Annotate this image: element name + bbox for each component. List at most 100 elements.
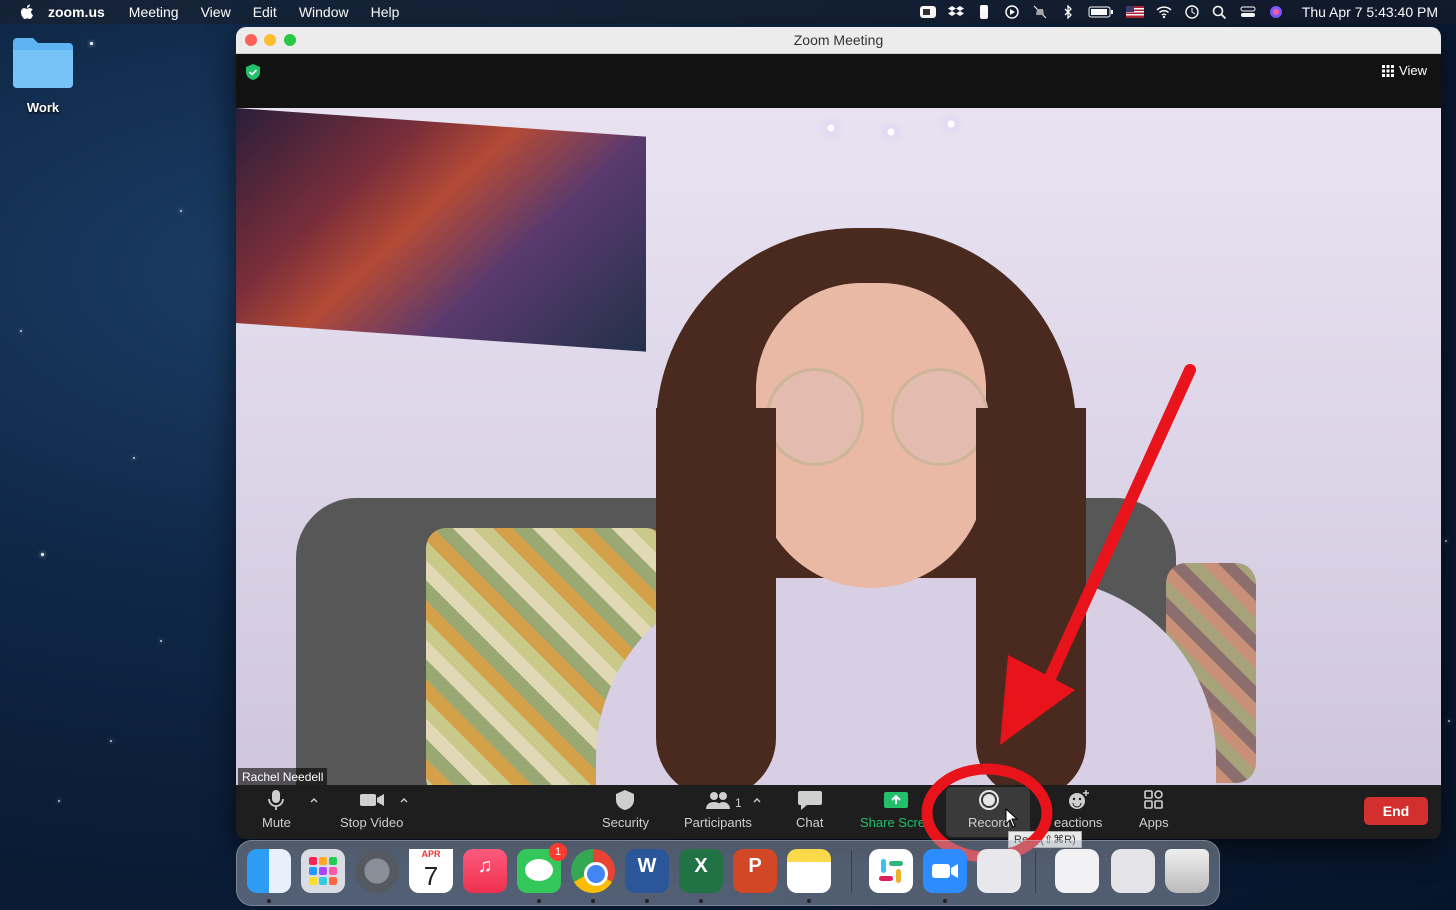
jpg-file-icon[interactable] bbox=[1055, 849, 1099, 893]
dock: APR 7 ♫ 1 W X P bbox=[236, 840, 1220, 906]
notes-icon[interactable] bbox=[787, 849, 831, 893]
menu-view[interactable]: View bbox=[201, 4, 231, 20]
menu-bar: zoom.us Meeting View Edit Window Help Th… bbox=[0, 0, 1456, 24]
participants-label: Participants bbox=[684, 815, 752, 830]
apple-icon[interactable] bbox=[20, 4, 34, 20]
control-center-icon[interactable] bbox=[1240, 5, 1256, 19]
star bbox=[41, 553, 44, 556]
string-lights bbox=[791, 108, 991, 148]
title-bar: Zoom Meeting bbox=[236, 27, 1441, 54]
star bbox=[110, 740, 112, 742]
mute-bell-icon[interactable] bbox=[1032, 5, 1048, 19]
zoom-window: Zoom Meeting View Rachel Needell Mute St… bbox=[236, 27, 1441, 839]
shield-icon bbox=[616, 790, 635, 810]
powerpoint-icon[interactable]: P bbox=[733, 849, 777, 893]
running-indicator bbox=[699, 899, 703, 903]
chevron-up-icon[interactable] bbox=[752, 795, 762, 805]
reactions-button[interactable]: eactions bbox=[1054, 789, 1102, 830]
participant-name-tag: Rachel Needell bbox=[238, 768, 328, 785]
calendar-month: APR bbox=[409, 849, 453, 861]
view-button[interactable]: View bbox=[1382, 63, 1427, 78]
status-area: Thu Apr 7 5:43:40 PM bbox=[919, 0, 1438, 24]
menu-meeting[interactable]: Meeting bbox=[129, 4, 179, 20]
finder-icon[interactable] bbox=[247, 849, 291, 893]
dropbox-icon[interactable] bbox=[947, 5, 964, 19]
running-indicator bbox=[645, 899, 649, 903]
calendar-day: 7 bbox=[423, 861, 439, 891]
chevron-up-icon[interactable] bbox=[399, 795, 409, 805]
calendar-icon[interactable]: APR 7 bbox=[409, 849, 453, 893]
record-button[interactable]: Record bbox=[968, 789, 1010, 830]
running-indicator bbox=[537, 899, 541, 903]
slack-icon[interactable] bbox=[869, 849, 913, 893]
stop-video-label: Stop Video bbox=[340, 815, 404, 830]
documents-stack-icon[interactable] bbox=[1111, 849, 1155, 893]
music-icon[interactable]: ♫ bbox=[463, 849, 507, 893]
launchpad-icon[interactable] bbox=[301, 849, 345, 893]
menu-app-name[interactable]: zoom.us bbox=[48, 4, 105, 20]
messages-icon[interactable]: 1 bbox=[517, 843, 567, 893]
star bbox=[160, 640, 162, 642]
video-feed: Rachel Needell bbox=[236, 108, 1441, 785]
running-indicator bbox=[943, 899, 947, 903]
zoom-icon[interactable] bbox=[923, 849, 967, 893]
messages-badge: 1 bbox=[549, 843, 567, 861]
launchpad-grid-icon bbox=[309, 857, 337, 885]
grid-icon bbox=[1382, 64, 1395, 77]
wall-painting bbox=[236, 108, 646, 352]
menu-help[interactable]: Help bbox=[371, 4, 400, 20]
share-screen-button[interactable]: Share Scree bbox=[860, 789, 932, 830]
star bbox=[90, 42, 93, 45]
participants-icon bbox=[705, 792, 730, 809]
share-screen-label: Share Scree bbox=[860, 815, 933, 830]
end-meeting-button[interactable]: End bbox=[1364, 797, 1428, 825]
star bbox=[58, 800, 60, 802]
dock-separator bbox=[851, 851, 852, 893]
record-label: Record bbox=[968, 815, 1010, 830]
excel-icon[interactable]: X bbox=[679, 849, 723, 893]
participant-hair-strand bbox=[976, 408, 1086, 785]
menu-window[interactable]: Window bbox=[299, 4, 349, 20]
star bbox=[133, 457, 135, 459]
mute-button[interactable]: Mute bbox=[262, 789, 291, 830]
share-screen-icon bbox=[884, 792, 909, 808]
menu-edit[interactable]: Edit bbox=[253, 4, 277, 20]
search-icon[interactable] bbox=[1212, 5, 1228, 19]
battery-app-icon[interactable] bbox=[976, 5, 992, 19]
running-indicator bbox=[807, 899, 811, 903]
menu-clock[interactable]: Thu Apr 7 5:43:40 PM bbox=[1302, 4, 1438, 20]
apps-button[interactable]: Apps bbox=[1139, 789, 1169, 830]
microphone-icon bbox=[268, 790, 285, 810]
bluetooth-icon[interactable] bbox=[1060, 5, 1076, 19]
apps-label: Apps bbox=[1139, 815, 1169, 830]
word-icon[interactable]: W bbox=[625, 849, 669, 893]
meeting-top-bar: View bbox=[236, 54, 1441, 108]
glasses-lens bbox=[891, 368, 989, 466]
slack-logo-icon bbox=[879, 859, 903, 883]
security-label: Security bbox=[602, 815, 649, 830]
time-machine-icon[interactable] bbox=[1184, 5, 1200, 19]
trash-icon[interactable] bbox=[1165, 849, 1209, 893]
stop-video-button[interactable]: Stop Video bbox=[340, 789, 403, 830]
siri-icon[interactable] bbox=[1268, 5, 1284, 19]
chat-icon bbox=[797, 791, 822, 810]
star bbox=[180, 210, 182, 212]
star bbox=[1445, 540, 1447, 542]
flag-icon[interactable] bbox=[1125, 5, 1144, 19]
battery-icon[interactable] bbox=[1088, 5, 1114, 19]
encryption-shield-icon[interactable] bbox=[246, 64, 260, 80]
chat-button[interactable]: Chat bbox=[796, 789, 823, 830]
chevron-up-icon[interactable] bbox=[309, 795, 319, 805]
zoom-status-icon[interactable] bbox=[919, 5, 936, 19]
cursor-icon bbox=[1005, 808, 1019, 828]
running-indicator bbox=[591, 899, 595, 903]
chrome-icon[interactable] bbox=[571, 849, 615, 893]
folder-icon[interactable] bbox=[13, 36, 73, 88]
folder-label[interactable]: Work bbox=[10, 100, 76, 115]
wifi-icon[interactable] bbox=[1156, 5, 1172, 19]
participant-hair-strand bbox=[656, 408, 776, 785]
play-icon[interactable] bbox=[1004, 5, 1020, 19]
security-button[interactable]: Security bbox=[602, 789, 649, 830]
system-preferences-icon[interactable] bbox=[355, 849, 399, 893]
preview-icon[interactable] bbox=[977, 849, 1021, 893]
